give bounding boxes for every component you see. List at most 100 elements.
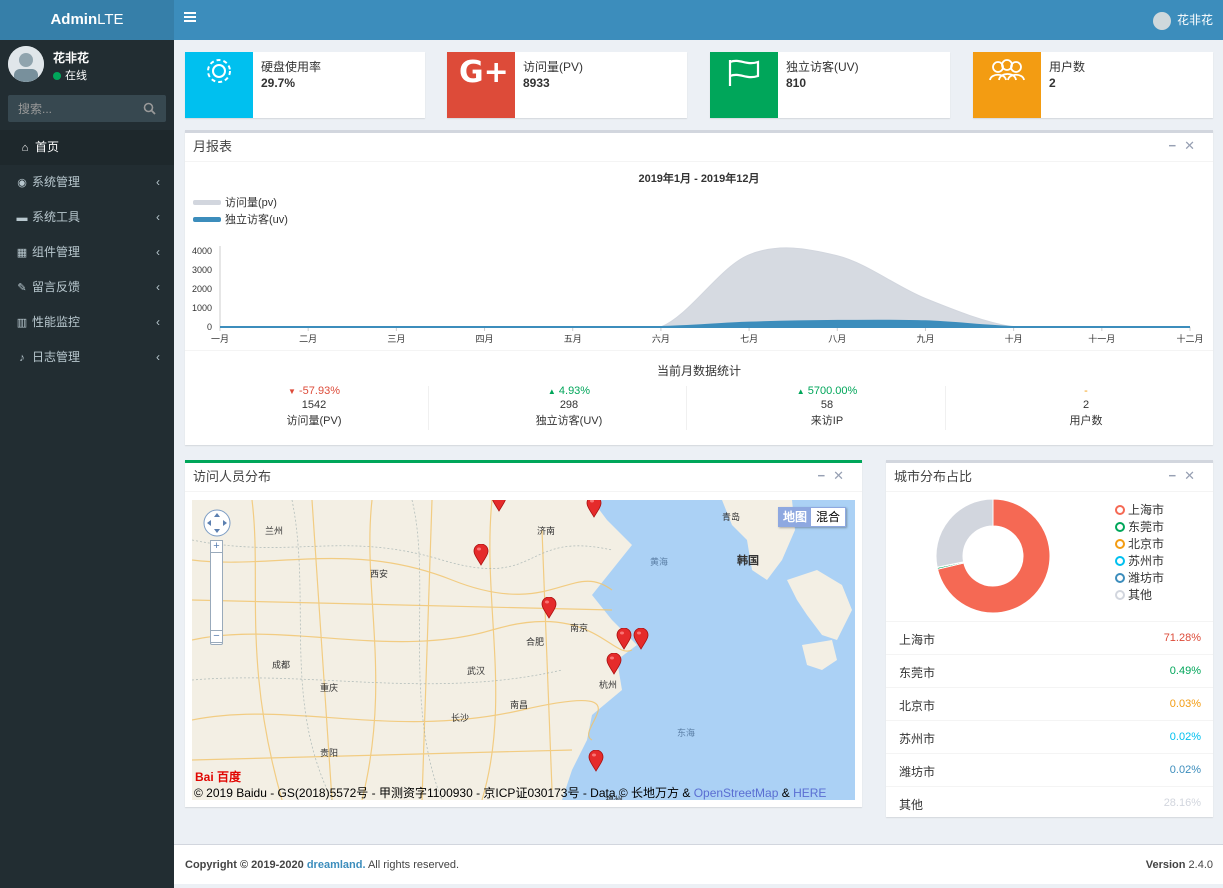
sidebar-item-5[interactable]: ▥ 性能监控 ‹: [0, 305, 174, 340]
user-status: 在线: [53, 67, 87, 83]
here-link[interactable]: HERE: [793, 786, 826, 800]
info-box-icon-bg: [710, 52, 778, 118]
user-name: 花非花: [53, 51, 90, 65]
city-row: 苏州市 0.02%: [886, 720, 1213, 753]
visitor-map-title: 访问人员分布: [185, 463, 862, 492]
y-tick-label: 1000: [192, 303, 212, 313]
close-icon[interactable]: ✕: [833, 468, 852, 483]
map-city-label: 韩国: [737, 555, 759, 567]
company-link[interactable]: dreamland.: [307, 859, 366, 871]
map-marker-icon[interactable]: [491, 500, 507, 512]
stat-change: ▲ 5700.00%: [796, 385, 858, 397]
donut-slice-5[interactable]: [935, 498, 994, 568]
caret-down-icon: ▼: [288, 387, 296, 396]
map-marker-icon[interactable]: [541, 597, 557, 619]
gear-icon: [207, 59, 231, 83]
osm-link[interactable]: OpenStreetMap: [694, 786, 779, 800]
collapse-icon[interactable]: −: [1169, 138, 1185, 153]
map-marker-icon[interactable]: [606, 653, 622, 675]
zoom-in-button[interactable]: +: [210, 540, 223, 553]
search-icon[interactable]: [143, 102, 156, 115]
monthly-report-title: 月报表: [185, 133, 1213, 162]
sidebar-item-2[interactable]: ▬ 系统工具 ‹: [0, 200, 174, 235]
x-tick-label: 二月: [299, 334, 317, 344]
donut-legend-item[interactable]: 潍坊市: [1115, 569, 1164, 586]
sidebar-item-0[interactable]: ⌂ 首页: [0, 130, 174, 165]
close-icon[interactable]: ✕: [1184, 138, 1203, 153]
info-box-value: 29.7%: [261, 76, 296, 90]
sidebar-item-label: 留言反馈: [32, 280, 81, 294]
sidebar-item-3[interactable]: ▦ 组件管理 ‹: [0, 235, 174, 270]
collapse-icon[interactable]: −: [1169, 468, 1185, 483]
sidebar-item-1[interactable]: ◉ 系统管理 ‹: [0, 165, 174, 200]
zoom-out-button[interactable]: −: [210, 630, 223, 643]
info-box-label: 用户数: [1049, 60, 1086, 74]
map-type-switch: 地图 混合: [778, 507, 847, 527]
city-percent: 0.02%: [1169, 764, 1201, 776]
legend-circle-icon: [1115, 590, 1125, 600]
stat-block-2: ▲ 5700.00% 58 来访IP: [698, 385, 956, 428]
logo[interactable]: AdminLTE: [0, 0, 174, 40]
footer: Copyright © 2019-2020 dreamland. All rig…: [174, 844, 1223, 884]
sidebar-search: [8, 95, 166, 122]
legend-swatch: [193, 217, 221, 222]
city-percent: 71.28%: [1163, 632, 1201, 644]
map-city-label: 重庆: [320, 683, 339, 693]
collapse-icon[interactable]: −: [818, 468, 834, 483]
header-user-menu[interactable]: 花非花: [1152, 11, 1213, 30]
map-city-label: 成都: [272, 660, 291, 670]
legend-circle-icon: [1115, 505, 1125, 515]
stats-title: 当前月数据统计: [656, 364, 741, 378]
donut-legend-item[interactable]: 上海市: [1115, 501, 1164, 518]
sidebar-item-6[interactable]: ♪ 日志管理 ‹: [0, 340, 174, 375]
map-city-label: 南京: [570, 623, 589, 633]
map-marker-icon[interactable]: [588, 750, 604, 772]
info-box-label: 硬盘使用率: [261, 60, 322, 74]
stat-label: 访问量(PV): [286, 415, 342, 427]
map-marker-icon[interactable]: [586, 500, 602, 518]
map-marker-icon[interactable]: [633, 628, 649, 650]
map-city-label: 杭州: [599, 680, 618, 690]
online-dot-icon: [53, 72, 61, 81]
map-marker-icon[interactable]: [616, 628, 632, 650]
close-icon[interactable]: ✕: [1184, 468, 1203, 483]
sidebar-toggle-icon[interactable]: [184, 12, 196, 24]
donut-legend-item[interactable]: 北京市: [1115, 535, 1164, 552]
x-tick-label: 十一月: [1088, 333, 1115, 344]
map-copyright: © 2019 Baidu - GS(2018)5572号 - 甲测资字11009…: [194, 786, 827, 800]
sidebar-item-label: 首页: [35, 140, 60, 154]
search-input[interactable]: [8, 95, 138, 122]
legend-label: 访问量(pv): [225, 196, 277, 209]
map-city-label: 西安: [370, 569, 389, 579]
chevron-left-icon: ‹: [156, 280, 160, 294]
info-box-value: 2: [1049, 76, 1056, 90]
x-tick-label: 八月: [828, 334, 846, 344]
city-row: 上海市 71.28%: [886, 621, 1213, 654]
svg-text:G+: G+: [459, 55, 509, 90]
info-box-1: G+ 访问量(PV) 8933: [447, 52, 687, 118]
city-row: 其他 28.16%: [886, 786, 1213, 819]
series-area-0: [220, 247, 1190, 328]
map-marker-icon[interactable]: [473, 544, 489, 566]
sidebar-menu: ⌂ 首页 ◉ 系统管理 ‹ ▬ 系统工具 ‹ ▦ 组件管理 ‹ ✎ 留言反馈 ‹ ▥ 性能监控 ‹ ♪ 日志管理 ‹: [0, 130, 174, 375]
x-tick-label: 十月: [1005, 333, 1023, 344]
map-canvas[interactable]: + − 地图 混合 兰州 济南 西安 韩国 合肥 南京 成都 重庆 武汉 杭州 长沙 南昌 贵阳 福州 青岛东…: [192, 500, 855, 800]
info-box-icon-bg: [185, 52, 253, 118]
user-status-text: 在线: [65, 70, 87, 82]
stat-block-1: ▲ 4.93% 298 独立访客(UV): [440, 385, 698, 428]
map-type-map-button[interactable]: 地图: [779, 508, 812, 526]
map-type-hybrid-button[interactable]: 混合: [811, 508, 845, 526]
donut-legend-item[interactable]: 苏州市: [1115, 552, 1164, 569]
stat-value: 2: [1082, 399, 1090, 411]
city-row: 东莞市 0.49%: [886, 654, 1213, 687]
info-box-3: 用户数 2: [973, 52, 1213, 118]
legend-circle-icon: [1115, 522, 1125, 532]
map-city-label: 合肥: [526, 637, 545, 647]
donut-legend-item[interactable]: 东莞市: [1115, 518, 1164, 535]
map-pan-control[interactable]: [202, 508, 232, 538]
chevron-left-icon: ‹: [156, 175, 160, 189]
logo-bold: Admin: [50, 11, 98, 28]
stat-value: 58: [820, 399, 834, 411]
donut-legend-item[interactable]: 其他: [1115, 586, 1152, 603]
sidebar-item-4[interactable]: ✎ 留言反馈 ‹: [0, 270, 174, 305]
